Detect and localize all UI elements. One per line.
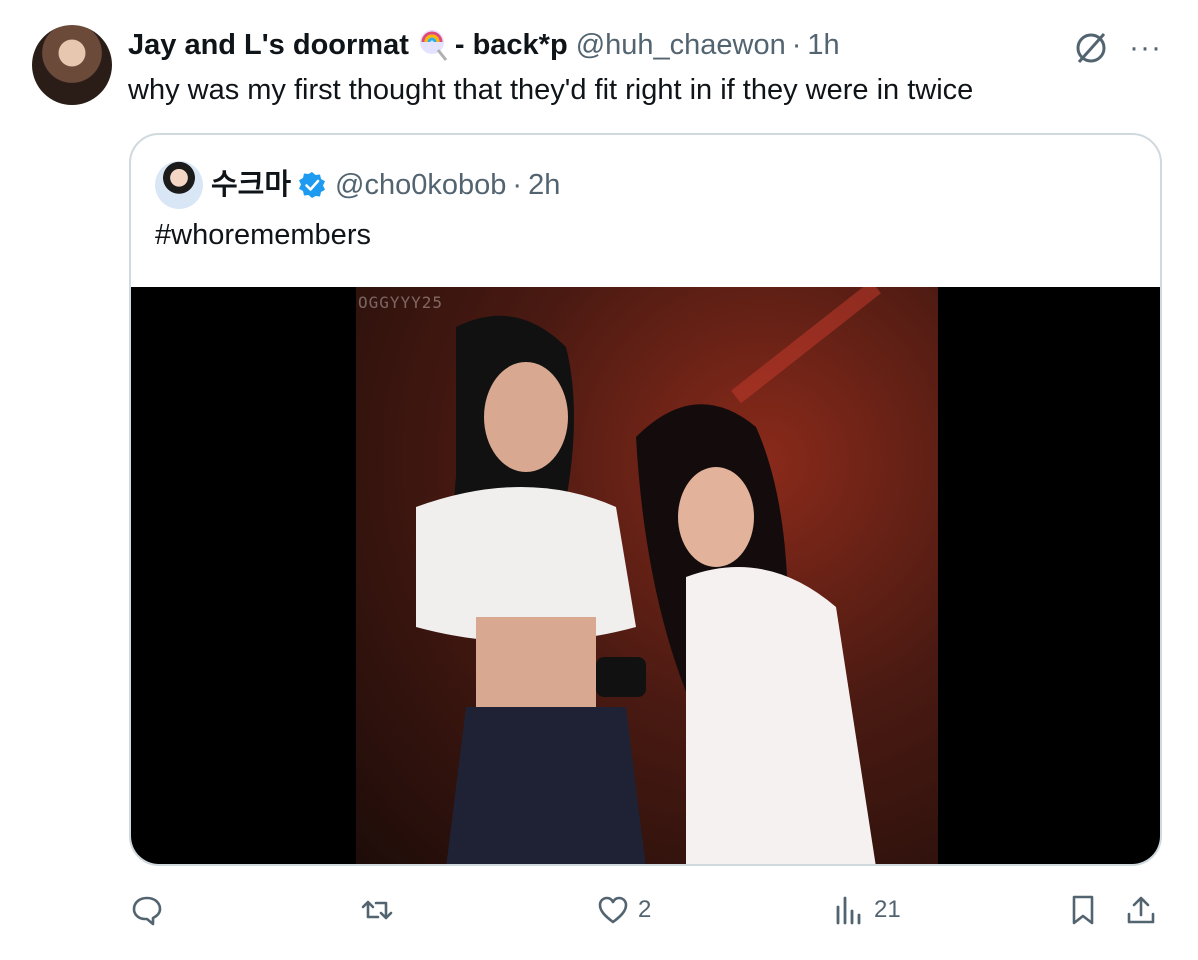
quoted-tweet-header: 수크마 @cho0kobob · 2h	[211, 167, 560, 203]
tweet-header: Jay and L's doormat - back*p @huh_chaewo…	[128, 28, 840, 62]
share-icon	[1127, 896, 1155, 924]
views-icon	[836, 896, 861, 925]
separator-dot: ·	[791, 29, 802, 61]
share-button[interactable]	[1124, 893, 1158, 927]
separator-dot: ·	[512, 169, 523, 201]
tweet-actions: 2 21	[128, 893, 1162, 933]
like-button[interactable]: 2	[596, 893, 651, 927]
video-watermark: OGGYYY25	[358, 293, 444, 312]
bookmark-icon	[1072, 895, 1094, 925]
quoted-tweet[interactable]: 수크마 @cho0kobob · 2h #whoremembers OGGYYY…	[129, 133, 1162, 866]
video-frame-illustration	[416, 287, 881, 864]
bookmark-button[interactable]	[1066, 893, 1100, 927]
quoted-author-avatar[interactable]	[155, 161, 203, 209]
quoted-author-display-name[interactable]: 수크마	[211, 167, 291, 203]
like-icon	[598, 896, 628, 924]
lollipop-icon	[419, 30, 448, 61]
quoted-tweet-time[interactable]: 2h	[528, 167, 560, 203]
quoted-tweet-text: #whoremembers	[155, 219, 371, 251]
like-count: 2	[638, 896, 652, 923]
retweet-button[interactable]	[360, 893, 402, 927]
reply-button[interactable]	[130, 893, 172, 927]
tweet-text: why was my first thought that they'd fit…	[128, 74, 974, 106]
tweet-top-actions: ···	[1071, 28, 1162, 68]
retweet-icon	[361, 900, 393, 920]
grok-icon[interactable]	[1071, 28, 1111, 68]
quoted-tweet-video[interactable]: OGGYYY25	[131, 287, 1160, 864]
more-icon[interactable]: ···	[1129, 33, 1162, 63]
views-count: 21	[874, 896, 901, 923]
author-name-suffix[interactable]: - back*p	[455, 28, 568, 62]
author-display-name[interactable]: Jay and L's doormat	[128, 28, 409, 62]
reply-icon	[132, 896, 162, 926]
tweet-time[interactable]: 1h	[807, 28, 839, 62]
quoted-author-handle[interactable]: @cho0kobob	[335, 167, 506, 203]
verified-icon	[299, 172, 326, 198]
video-frame: OGGYYY25	[356, 287, 938, 864]
views-button[interactable]: 21	[832, 893, 901, 927]
author-avatar[interactable]	[32, 25, 112, 105]
author-handle[interactable]: @huh_chaewon	[576, 28, 786, 62]
